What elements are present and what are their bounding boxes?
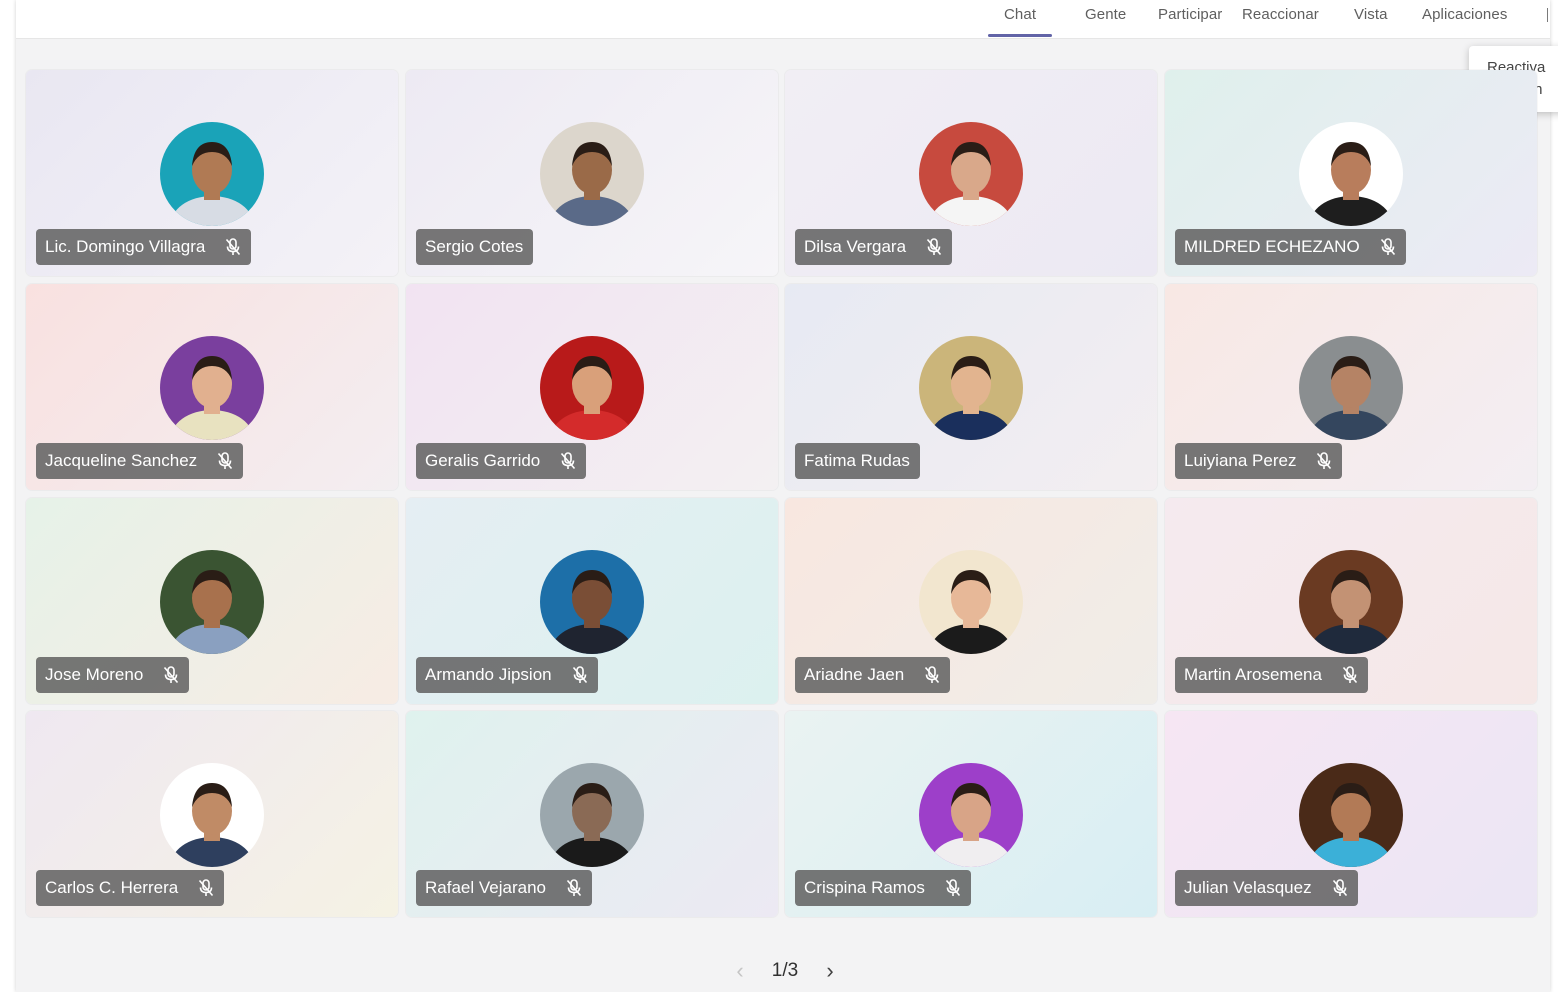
participant-tile[interactable]: Fatima Rudas [785, 284, 1157, 490]
participant-nameplate: Armando Jipsion [416, 657, 598, 693]
participant-tile[interactable]: Sergio Cotes [406, 70, 778, 276]
participant-name: Carlos C. Herrera [45, 878, 179, 897]
mic-off-icon [198, 879, 214, 897]
avatar [919, 550, 1023, 654]
participant-tile[interactable]: Rafael Vejarano [406, 711, 778, 917]
avatar [160, 336, 264, 440]
mic-off-icon [217, 452, 233, 470]
participant-name: Jacqueline Sanchez [45, 451, 198, 470]
participant-name: Ariadne Jaen [804, 665, 905, 684]
mic-off-icon [924, 666, 940, 684]
participant-nameplate: MILDRED ECHEZANO [1175, 229, 1406, 265]
prev-page-icon[interactable]: ‹ [730, 958, 750, 984]
avatar [160, 763, 264, 867]
avatar [540, 763, 644, 867]
avatar [540, 336, 644, 440]
participant-name: Luiyiana Perez [1184, 451, 1297, 470]
tab-chat[interactable]: Chat [987, 6, 1053, 37]
avatar [160, 550, 264, 654]
mic-off-icon [572, 666, 588, 684]
avatar [919, 336, 1023, 440]
participant-tile[interactable]: Crispina Ramos [785, 711, 1157, 917]
participant-nameplate: Ariadne Jaen [795, 657, 951, 693]
participant-name: Julian Velasquez [1184, 878, 1312, 897]
participant-tile[interactable]: Martin Arosemena [1165, 498, 1537, 704]
page-indicator: 1/3 [771, 960, 799, 981]
participant-nameplate: Dilsa Vergara [795, 229, 953, 265]
participant-nameplate: Jacqueline Sanchez [36, 443, 244, 479]
avatar [1299, 336, 1403, 440]
tab-gente[interactable]: Gente [1085, 6, 1126, 23]
participant-tile[interactable]: Jose Moreno [26, 498, 398, 704]
participant-nameplate: Jose Moreno [36, 657, 190, 693]
mic-off-icon [1342, 666, 1358, 684]
tab-participar[interactable]: Participar [1158, 6, 1222, 23]
participant-nameplate: Martin Arosemena [1175, 657, 1368, 693]
participant-tile[interactable]: MILDRED ECHEZANO [1165, 70, 1537, 276]
participant-name: Dilsa Vergara [804, 237, 907, 256]
participant-name: Jose Moreno [45, 665, 144, 684]
avatar [160, 122, 264, 226]
participant-tile[interactable]: Luiyiana Perez [1165, 284, 1537, 490]
participant-nameplate: Lic. Domingo Villagra [36, 229, 252, 265]
participant-nameplate: Fatima Rudas [795, 443, 920, 479]
participant-nameplate: Rafael Vejarano [416, 870, 592, 906]
avatar [540, 122, 644, 226]
participant-name: Crispina Ramos [804, 878, 925, 897]
avatar [919, 763, 1023, 867]
toolbar-divider [1547, 8, 1548, 22]
participant-name: MILDRED ECHEZANO [1184, 237, 1360, 256]
avatar [919, 122, 1023, 226]
tab-vista[interactable]: Vista [1354, 6, 1388, 23]
participant-nameplate: Carlos C. Herrera [36, 870, 225, 906]
next-page-icon[interactable]: › [820, 958, 840, 984]
participant-nameplate: Luiyiana Perez [1175, 443, 1343, 479]
avatar [1299, 122, 1403, 226]
participant-tile[interactable]: Carlos C. Herrera [26, 711, 398, 917]
participant-name: Rafael Vejarano [425, 878, 546, 897]
participant-name: Geralis Garrido [425, 451, 541, 470]
mic-off-icon [163, 666, 179, 684]
participant-name: Sergio Cotes [425, 237, 524, 256]
participant-nameplate: Sergio Cotes [416, 229, 534, 265]
participant-name: Fatima Rudas [804, 451, 910, 470]
participant-tile[interactable]: Jacqueline Sanchez [26, 284, 398, 490]
avatar [1299, 763, 1403, 867]
tab-reaccionar[interactable]: Reaccionar [1242, 6, 1319, 23]
mic-off-icon [1332, 879, 1348, 897]
toolbar-tabs: Chat Gente Participar Reaccionar Vista A… [16, 0, 1550, 38]
mic-off-icon [225, 238, 241, 256]
mic-off-icon [926, 238, 942, 256]
participant-name: Martin Arosemena [1184, 665, 1322, 684]
participant-name: Armando Jipsion [425, 665, 552, 684]
tab-aplicaciones[interactable]: Aplicaciones [1422, 6, 1507, 23]
participant-tile[interactable]: Julian Velasquez [1165, 711, 1537, 917]
mic-off-icon [945, 879, 961, 897]
participant-tile[interactable]: Armando Jipsion [406, 498, 778, 704]
mic-off-icon [566, 879, 582, 897]
participant-tile[interactable]: Lic. Domingo Villagra [26, 70, 398, 276]
mic-off-icon [560, 452, 576, 470]
participant-nameplate: Geralis Garrido [416, 443, 587, 479]
video-grid: Lic. Domingo Villagra Sergio Cotes Dilsa V… [26, 70, 1538, 920]
meeting-toolbar: Chat Gente Participar Reaccionar Vista A… [16, 0, 1550, 39]
participant-tile[interactable]: Dilsa Vergara [785, 70, 1157, 276]
pagination: ‹ 1/3 › [730, 956, 840, 986]
participant-name: Lic. Domingo Villagra [45, 237, 206, 256]
participant-nameplate: Crispina Ramos [795, 870, 971, 906]
avatar [1299, 550, 1403, 654]
mic-off-icon [1316, 452, 1332, 470]
mic-off-icon [1380, 238, 1396, 256]
avatar [540, 550, 644, 654]
participant-nameplate: Julian Velasquez [1175, 870, 1358, 906]
participant-tile[interactable]: Ariadne Jaen [785, 498, 1157, 704]
participant-tile[interactable]: Geralis Garrido [406, 284, 778, 490]
